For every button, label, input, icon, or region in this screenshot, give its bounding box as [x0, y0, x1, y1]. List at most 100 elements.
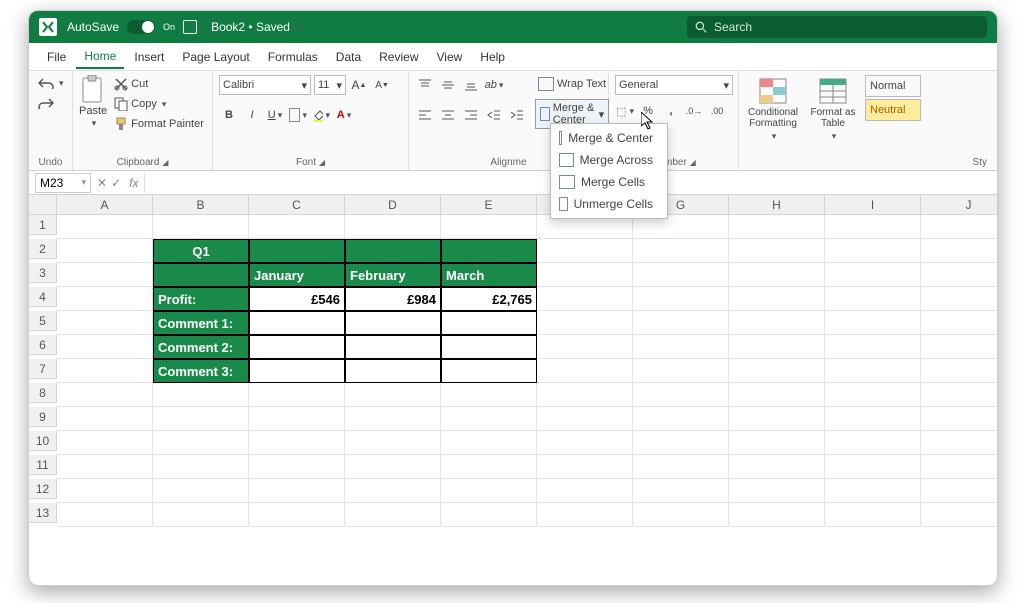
cancel-formula-icon[interactable]: ✕ — [97, 176, 107, 190]
row-10[interactable]: 10 — [29, 431, 57, 451]
cell[interactable] — [441, 311, 537, 335]
select-all-corner[interactable] — [29, 195, 57, 215]
cell[interactable] — [441, 383, 537, 407]
cell[interactable] — [825, 335, 921, 359]
row-5[interactable]: 5 — [29, 311, 57, 331]
align-top-button[interactable] — [415, 75, 435, 95]
cell[interactable] — [633, 359, 729, 383]
cell[interactable] — [153, 383, 249, 407]
row-3[interactable]: 3 — [29, 263, 57, 283]
cell-b5[interactable]: Comment 1: — [153, 311, 249, 335]
col-B[interactable]: B — [153, 195, 249, 215]
increase-decimal-button[interactable]: .0→ — [684, 101, 704, 121]
increase-indent-button[interactable] — [507, 105, 527, 125]
row-13[interactable]: 13 — [29, 503, 57, 523]
style-neutral[interactable]: Neutral — [865, 99, 921, 121]
cell[interactable] — [249, 335, 345, 359]
currency-button[interactable]: ⬚ — [615, 101, 635, 121]
tab-file[interactable]: File — [39, 46, 74, 68]
tab-page-layout[interactable]: Page Layout — [174, 46, 257, 68]
cell[interactable] — [921, 431, 997, 455]
cell[interactable] — [633, 503, 729, 527]
cell[interactable] — [825, 455, 921, 479]
cell-d3[interactable]: February — [345, 263, 441, 287]
row-6[interactable]: 6 — [29, 335, 57, 355]
cell[interactable] — [633, 311, 729, 335]
cell[interactable] — [441, 503, 537, 527]
cell[interactable] — [633, 383, 729, 407]
col-J[interactable]: J — [921, 195, 997, 215]
cell[interactable] — [921, 215, 997, 239]
cell[interactable] — [729, 263, 825, 287]
cell[interactable] — [57, 431, 153, 455]
cell[interactable] — [537, 311, 633, 335]
cell[interactable] — [249, 383, 345, 407]
underline-button[interactable]: U — [265, 105, 285, 125]
cell[interactable] — [441, 479, 537, 503]
col-A[interactable]: A — [57, 195, 153, 215]
style-normal[interactable]: Normal — [865, 75, 921, 97]
tab-formulas[interactable]: Formulas — [260, 46, 326, 68]
cell[interactable] — [249, 431, 345, 455]
cell[interactable] — [537, 407, 633, 431]
conditional-formatting-button[interactable]: Conditional Formatting — [745, 75, 801, 142]
row-2[interactable]: 2 — [29, 239, 57, 259]
cell[interactable] — [249, 239, 345, 263]
cell[interactable] — [153, 263, 249, 287]
cell[interactable] — [441, 431, 537, 455]
cell[interactable] — [345, 239, 441, 263]
cell[interactable] — [153, 215, 249, 239]
undo-button[interactable] — [35, 75, 67, 91]
cell[interactable] — [729, 407, 825, 431]
cell[interactable] — [729, 479, 825, 503]
cell[interactable] — [345, 431, 441, 455]
cell[interactable] — [57, 287, 153, 311]
cell[interactable] — [729, 239, 825, 263]
name-box[interactable]: M23▾ — [35, 173, 91, 193]
cell[interactable] — [633, 239, 729, 263]
cell-c3[interactable]: January — [249, 263, 345, 287]
cell[interactable] — [345, 407, 441, 431]
cell[interactable] — [825, 383, 921, 407]
cell[interactable] — [249, 503, 345, 527]
cell[interactable] — [441, 239, 537, 263]
tab-home[interactable]: Home — [76, 45, 124, 69]
cell[interactable] — [921, 263, 997, 287]
cell[interactable] — [441, 407, 537, 431]
cell[interactable] — [153, 431, 249, 455]
col-H[interactable]: H — [729, 195, 825, 215]
cell[interactable] — [537, 287, 633, 311]
cell[interactable] — [57, 215, 153, 239]
cell[interactable] — [537, 239, 633, 263]
comma-button[interactable]: , — [661, 101, 681, 121]
cell[interactable] — [57, 455, 153, 479]
copy-button[interactable]: Copy — [111, 95, 207, 113]
cell[interactable] — [249, 479, 345, 503]
search-input[interactable]: Search — [687, 16, 987, 38]
cell[interactable] — [633, 431, 729, 455]
font-name-select[interactable]: Calibri▾ — [219, 75, 311, 95]
cell-b6[interactable]: Comment 2: — [153, 335, 249, 359]
cell-e4[interactable]: £2,765 — [441, 287, 537, 311]
cell[interactable] — [729, 359, 825, 383]
cell[interactable] — [729, 311, 825, 335]
cell[interactable] — [537, 383, 633, 407]
cell[interactable] — [825, 407, 921, 431]
align-left-button[interactable] — [415, 105, 435, 125]
border-button[interactable] — [288, 105, 308, 125]
cell[interactable] — [825, 311, 921, 335]
cell[interactable] — [537, 359, 633, 383]
cell[interactable] — [249, 455, 345, 479]
cell[interactable] — [57, 479, 153, 503]
col-E[interactable]: E — [441, 195, 537, 215]
cell[interactable] — [825, 479, 921, 503]
cell[interactable] — [921, 335, 997, 359]
orientation-button[interactable]: ab — [484, 75, 504, 95]
cell[interactable] — [921, 407, 997, 431]
cell[interactable] — [537, 335, 633, 359]
cell[interactable] — [345, 215, 441, 239]
tab-review[interactable]: Review — [371, 46, 426, 68]
decrease-font-button[interactable]: A▼ — [372, 75, 392, 95]
increase-font-button[interactable]: A▲ — [349, 75, 369, 95]
cell[interactable] — [57, 407, 153, 431]
